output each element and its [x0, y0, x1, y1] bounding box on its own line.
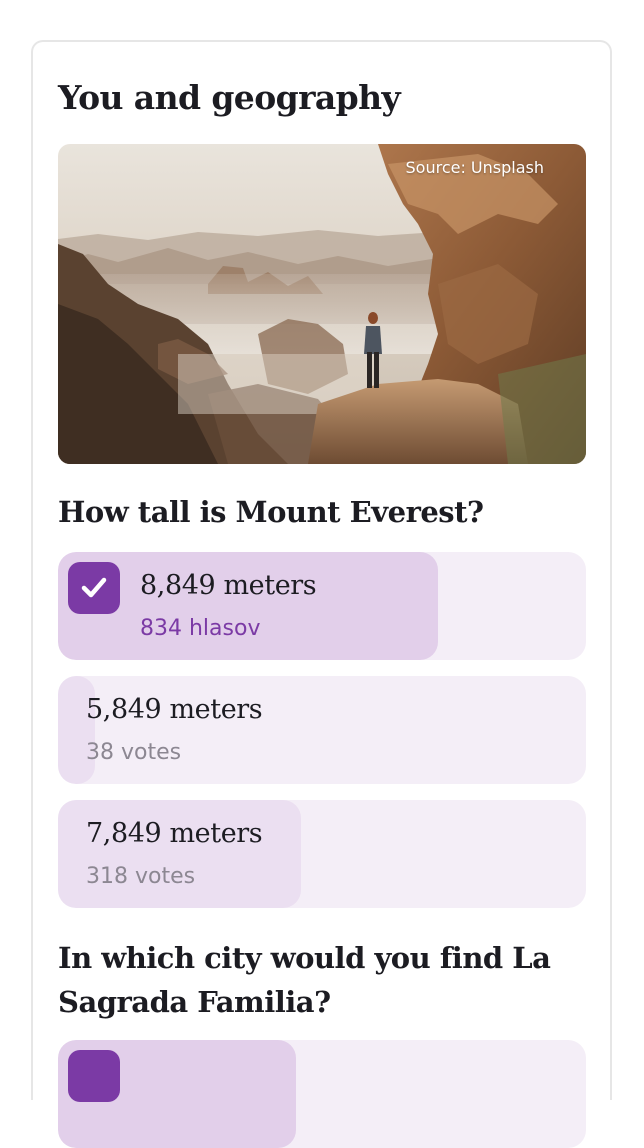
canyon-photo — [58, 144, 586, 464]
option-label: 7,849 meters — [86, 818, 263, 849]
check-icon — [68, 1050, 120, 1102]
check-icon — [68, 562, 120, 614]
option-fill-bar — [58, 676, 95, 784]
image-source-label: Source: Unsplash — [405, 158, 545, 177]
hero-image: Source: Unsplash — [58, 144, 586, 464]
option-votes: 834 hlasov — [140, 616, 261, 641]
option-votes: 318 votes — [86, 864, 196, 889]
poll-option[interactable] — [58, 1040, 586, 1148]
card-title: You and geography — [58, 78, 401, 117]
poll-option[interactable]: 8,849 meters 834 hlasov — [58, 552, 586, 660]
question-title: How tall is Mount Everest? — [58, 495, 484, 529]
option-votes: 38 votes — [86, 740, 182, 765]
question-title: In which city would you find La Sagrada … — [58, 941, 551, 1019]
poll-option[interactable]: 5,849 meters 38 votes — [58, 676, 586, 784]
option-label: 5,849 meters — [86, 694, 263, 725]
option-label: 8,849 meters — [140, 570, 317, 601]
option-fill-bar — [58, 800, 301, 908]
poll-option[interactable]: 7,849 meters 318 votes — [58, 800, 586, 908]
